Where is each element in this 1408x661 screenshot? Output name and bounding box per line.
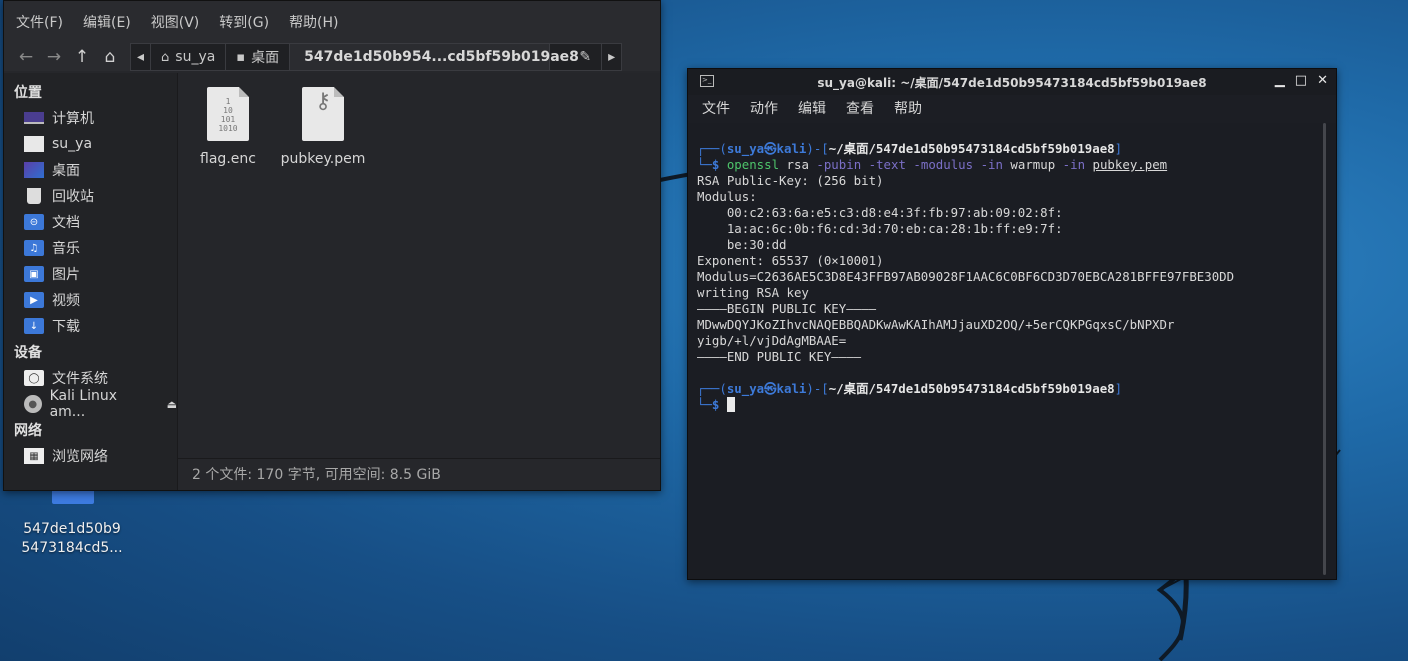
- file-item-pubkey-pem[interactable]: ⚷ pubkey.pem: [278, 87, 368, 167]
- menu-view[interactable]: 视图(V): [141, 12, 210, 32]
- home-folder-icon: [24, 136, 44, 152]
- back-button[interactable]: ←: [12, 45, 40, 69]
- input-line[interactable]: └─$: [697, 397, 1336, 413]
- desktop-icon: ▪: [236, 49, 246, 65]
- menu-actions[interactable]: 动作: [740, 98, 788, 118]
- music-folder-icon: ♫: [24, 240, 44, 256]
- edit-path-button[interactable]: ✎: [550, 44, 603, 70]
- sidebar-item-kali-disc[interactable]: ● Kali Linux am... ⏏: [4, 388, 177, 420]
- menu-file[interactable]: 文件(F): [6, 12, 73, 32]
- sidebar-item-videos[interactable]: ▶ 视频: [4, 287, 177, 313]
- output-line: MDwwDQYJKoZIhvcNAQEBBQADKwAwKAIhAMJjauXD…: [697, 317, 1175, 332]
- sidebar-item-home[interactable]: su_ya: [4, 131, 177, 157]
- output-line: 1a:ac:6c:0b:f6:cd:3d:70:eb:ca:28:1b:ff:e…: [697, 221, 1063, 236]
- arrow-left-icon: ←: [18, 47, 34, 67]
- eject-icon[interactable]: ⏏: [167, 398, 177, 411]
- desktop-folder-label[interactable]: 547de1d50b9 5473184cd5...: [12, 520, 132, 558]
- documents-folder-icon: ⊝: [24, 214, 44, 230]
- downloads-folder-icon: ↓: [24, 318, 44, 334]
- key-file-icon: ⚷: [302, 87, 344, 141]
- chevron-right-icon: ▸: [608, 49, 616, 65]
- pencil-icon: ✎: [579, 49, 592, 65]
- menu-help[interactable]: 帮助(H): [279, 12, 348, 32]
- maximize-icon[interactable]: □: [1295, 73, 1307, 88]
- home-button[interactable]: ⌂: [96, 45, 124, 69]
- prompt-line: ┌──(su_ya㉿kali)-[~/桌面/547de1d50b95473184…: [697, 381, 1123, 396]
- close-icon[interactable]: ✕: [1317, 73, 1328, 88]
- terminal-menubar: 文件 动作 编辑 查看 帮助: [688, 95, 1336, 121]
- menu-edit[interactable]: 编辑: [788, 98, 836, 118]
- output-line: Modulus=C2636AE5C3D8E43FFB97AB09028F1AAC…: [697, 269, 1235, 284]
- terminal-output[interactable]: ┌──(su_ya㉿kali)-[~/桌面/547de1d50b95473184…: [688, 123, 1336, 579]
- output-line: RSA Public-Key: (256 bit): [697, 173, 884, 188]
- output-line: 00:c2:63:6a:e5:c3:d8:e4:3f:fb:97:ab:09:0…: [697, 205, 1063, 220]
- fm-menubar: 文件(F) 编辑(E) 视图(V) 转到(G) 帮助(H): [4, 1, 660, 43]
- network-icon: ▦: [24, 448, 44, 464]
- menu-edit[interactable]: 编辑(E): [73, 12, 141, 32]
- prompt-line: ┌──(su_ya㉿kali)-[~/桌面/547de1d50b95473184…: [697, 141, 1123, 156]
- menu-file[interactable]: 文件: [692, 98, 740, 118]
- arrow-up-icon: ↑: [74, 47, 90, 67]
- sidebar-item-trash[interactable]: 回收站: [4, 183, 177, 209]
- output-line: yigb/+l/vjDdAgMBAAE=: [697, 333, 847, 348]
- sidebar-item-browse-network[interactable]: ▦ 浏览网络: [4, 443, 177, 469]
- arrow-right-icon: →: [46, 47, 62, 67]
- fm-toolbar: ← → ↑ ⌂ ◂ ⌂ su_ya ▪ 桌面 547de1d50b954...cd5…: [4, 43, 660, 71]
- file-view: 1 10 101 1010 flag.enc ⚷ pubkey.pem 2 个文件: …: [178, 73, 660, 490]
- window-title: su_ya@kali: ~/桌面/547de1d50b95473184cd5bf…: [817, 75, 1207, 90]
- chevron-left-icon: ◂: [137, 49, 145, 65]
- up-button[interactable]: ↑: [68, 45, 96, 69]
- sidebar-item-computer[interactable]: 计算机: [4, 105, 177, 131]
- command-line: └─$ openssl rsa -pubin -text -modulus -i…: [697, 157, 1168, 172]
- sidebar-item-downloads[interactable]: ↓ 下载: [4, 313, 177, 339]
- fm-body: 位置 计算机 su_ya 桌面 回收站 ⊝ 文档 ♫ 音乐 ▣ 图片 ▶ 视频 ↓ 下载 …: [4, 73, 660, 490]
- window-controls: ▁ □ ✕: [1275, 73, 1328, 88]
- home-icon: ⌂: [104, 47, 116, 67]
- breadcrumb-home[interactable]: ⌂ su_ya: [151, 44, 227, 70]
- breadcrumb: ◂ ⌂ su_ya ▪ 桌面 547de1d50b954...cd5bf59b019…: [130, 43, 623, 71]
- sidebar-header-network: 网络: [14, 423, 42, 439]
- desktop-icon: [24, 162, 44, 178]
- menu-view[interactable]: 查看: [836, 98, 884, 118]
- sidebar-item-documents[interactable]: ⊝ 文档: [4, 209, 177, 235]
- drive-icon: ◯: [24, 370, 44, 386]
- sidebar-item-music[interactable]: ♫ 音乐: [4, 235, 177, 261]
- trash-icon: [27, 188, 41, 204]
- videos-folder-icon: ▶: [24, 292, 44, 308]
- sidebar-item-desktop[interactable]: 桌面: [4, 157, 177, 183]
- terminal-titlebar: >_ su_ya@kali: ~/桌面/547de1d50b95473184cd…: [688, 69, 1336, 95]
- file-item-flag-enc[interactable]: 1 10 101 1010 flag.enc: [183, 87, 273, 167]
- computer-icon: [24, 112, 44, 124]
- home-icon: ⌂: [161, 49, 170, 65]
- terminal-window: >_ su_ya@kali: ~/桌面/547de1d50b95473184cd…: [687, 68, 1337, 580]
- text-cursor: [726, 397, 735, 412]
- optical-disc-icon: ●: [24, 395, 42, 413]
- output-line: be:30:dd: [697, 237, 787, 252]
- output-line: writing RSA key: [697, 285, 809, 300]
- binary-file-icon: 1 10 101 1010: [207, 87, 249, 141]
- pictures-folder-icon: ▣: [24, 266, 44, 282]
- status-bar: 2 个文件: 170 字节, 可用空间: 8.5 GiB: [178, 458, 660, 490]
- menu-go[interactable]: 转到(G): [209, 12, 279, 32]
- output-line: Exponent: 65537 (0×10001): [697, 253, 884, 268]
- file-manager-window: 文件(F) 编辑(E) 视图(V) 转到(G) 帮助(H) ← → ↑ ⌂ ◂ …: [3, 0, 661, 491]
- scrollbar[interactable]: [1323, 123, 1326, 575]
- output-line: Modulus:: [697, 189, 757, 204]
- menu-help[interactable]: 帮助: [884, 98, 932, 118]
- forward-button[interactable]: →: [40, 45, 68, 69]
- breadcrumb-current[interactable]: 547de1d50b954...cd5bf59b019ae8: [290, 44, 579, 70]
- sidebar-header-devices: 设备: [14, 345, 42, 361]
- output-line: ————END PUBLIC KEY————: [697, 349, 862, 364]
- minimize-icon[interactable]: ▁: [1275, 73, 1285, 88]
- sidebar-item-pictures[interactable]: ▣ 图片: [4, 261, 177, 287]
- sidebar-header-places: 位置: [14, 85, 42, 101]
- terminal-icon: >_: [700, 75, 714, 87]
- output-line: ————BEGIN PUBLIC KEY————: [697, 301, 877, 316]
- breadcrumb-scroll-right[interactable]: ▸: [602, 44, 621, 70]
- breadcrumb-desktop[interactable]: ▪ 桌面: [226, 44, 291, 70]
- breadcrumb-scroll-left[interactable]: ◂: [131, 44, 152, 70]
- sidebar: 位置 计算机 su_ya 桌面 回收站 ⊝ 文档 ♫ 音乐 ▣ 图片 ▶ 视频 ↓ 下载 …: [4, 73, 178, 490]
